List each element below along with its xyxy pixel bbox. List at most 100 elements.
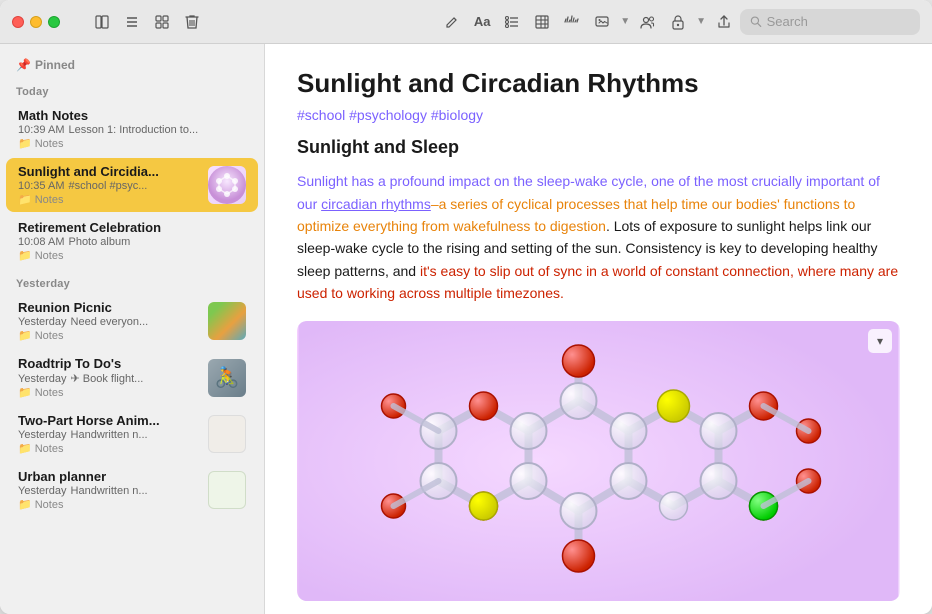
note-meta: Yesterday Handwritten n... [18, 429, 200, 441]
note-title: Reunion Picnic [18, 300, 200, 315]
note-item-content: Sunlight and Circidia... 10:35 AM #schoo… [18, 164, 200, 206]
note-item-content: Retirement Celebration 10:08 AM Photo al… [18, 220, 246, 262]
note-folder: 📁 Notes [18, 498, 200, 511]
note-item-reunion[interactable]: Reunion Picnic Yesterday Need everyon...… [6, 294, 258, 348]
folder-icon: 📁 [18, 386, 32, 399]
checklist-icon[interactable] [498, 8, 526, 36]
note-folder: 📁 Notes [18, 442, 200, 455]
share-icon[interactable] [710, 8, 738, 36]
note-title: Two-Part Horse Anim... [18, 413, 200, 428]
note-meta: 10:35 AM #school #psyc... [18, 180, 200, 192]
note-folder: 📁 Notes [18, 193, 200, 206]
search-input[interactable] [767, 14, 910, 29]
today-section-label: Today [0, 78, 264, 102]
note-main-title: Sunlight and Circadian Rhythms [297, 68, 900, 99]
new-note-icon[interactable] [438, 8, 466, 36]
note-meta: 10:08 AM Photo album [18, 236, 246, 248]
note-time: Yesterday [18, 429, 67, 441]
media-icon[interactable] [588, 8, 616, 36]
note-folder: 📁 Notes [18, 137, 246, 150]
molecule-svg [297, 321, 900, 601]
folder-name: Notes [35, 194, 64, 206]
grid-view-icon[interactable] [148, 8, 176, 36]
sidebar-toggle-icon[interactable] [88, 8, 116, 36]
note-item-math-notes[interactable]: Math Notes 10:39 AM Lesson 1: Introducti… [6, 102, 258, 156]
note-item-content: Reunion Picnic Yesterday Need everyon...… [18, 300, 200, 342]
note-item-roadtrip[interactable]: Roadtrip To Do's Yesterday ✈ Book flight… [6, 350, 258, 405]
folder-name: Notes [35, 138, 64, 150]
note-time: 10:08 AM [18, 236, 64, 248]
folder-name: Notes [35, 387, 64, 399]
search-icon [750, 15, 762, 28]
maximize-button[interactable] [48, 16, 60, 28]
main-content: 📌 Pinned Today Math Notes 10:39 AM Lesso… [0, 44, 932, 614]
toolbar-right: Aa [438, 8, 920, 36]
lock-icon[interactable] [664, 8, 692, 36]
note-preview: Handwritten n... [71, 429, 148, 441]
note-subtitle: Sunlight and Sleep [297, 137, 900, 158]
note-folder: 📁 Notes [18, 329, 200, 342]
note-preview: Photo album [68, 236, 130, 248]
titlebar: Aa [0, 0, 932, 44]
format-icon[interactable]: Aa [468, 8, 496, 36]
note-title: Sunlight and Circidia... [18, 164, 200, 179]
search-bar[interactable] [740, 9, 920, 35]
note-editor[interactable]: Sunlight and Circadian Rhythms #school #… [265, 44, 932, 614]
note-thumbnail-picnic [208, 302, 246, 340]
body-text-circadian: circadian rhythms [321, 196, 431, 212]
note-meta: 10:39 AM Lesson 1: Introduction to... [18, 124, 246, 136]
note-item-content: Math Notes 10:39 AM Lesson 1: Introducti… [18, 108, 246, 150]
note-title: Urban planner [18, 469, 200, 484]
note-item-content: Urban planner Yesterday Handwritten n...… [18, 469, 200, 511]
note-preview: Need everyon... [71, 316, 149, 328]
note-time: Yesterday [18, 316, 67, 328]
note-time: Yesterday [18, 485, 67, 497]
list-view-icon[interactable] [118, 8, 146, 36]
folder-icon: 📁 [18, 249, 32, 262]
note-thumbnail-molecule [208, 166, 246, 204]
folder-name: Notes [35, 330, 64, 342]
folder-icon: 📁 [18, 137, 32, 150]
note-item-content: Roadtrip To Do's Yesterday ✈ Book flight… [18, 356, 200, 399]
close-button[interactable] [12, 16, 24, 28]
folder-name: Notes [35, 499, 64, 511]
yesterday-section-label: Yesterday [0, 270, 264, 294]
traffic-lights [12, 16, 60, 28]
sidebar: 📌 Pinned Today Math Notes 10:39 AM Lesso… [0, 44, 265, 614]
note-folder: 📁 Notes [18, 249, 246, 262]
note-time: 10:35 AM [18, 180, 64, 192]
note-title: Retirement Celebration [18, 220, 246, 235]
note-folder: 📁 Notes [18, 386, 200, 399]
delete-icon[interactable] [178, 8, 206, 36]
audio-icon[interactable] [558, 8, 586, 36]
note-item-urban-planner[interactable]: Urban planner Yesterday Handwritten n...… [6, 463, 258, 517]
note-content-area: Sunlight and Circadian Rhythms #school #… [265, 44, 932, 614]
minimize-button[interactable] [30, 16, 42, 28]
note-item-horse[interactable]: Two-Part Horse Anim... Yesterday Handwri… [6, 407, 258, 461]
pin-icon: 📌 [16, 58, 31, 72]
note-time: Yesterday [18, 373, 67, 385]
main-window: Aa [0, 0, 932, 614]
collaborate-icon[interactable] [634, 8, 662, 36]
note-body: Sunlight has a profound impact on the sl… [297, 170, 900, 304]
note-preview: Lesson 1: Introduction to... [68, 124, 198, 136]
folder-icon: 📁 [18, 329, 32, 342]
note-title: Roadtrip To Do's [18, 356, 200, 371]
note-time: 10:39 AM [18, 124, 64, 136]
pinned-section: 📌 Pinned [0, 52, 264, 78]
pinned-label: Pinned [35, 58, 75, 72]
table-icon[interactable] [528, 8, 556, 36]
note-preview: #school #psyc... [68, 180, 147, 192]
note-item-retirement[interactable]: Retirement Celebration 10:08 AM Photo al… [6, 214, 258, 268]
note-thumbnail-bike: 🚴 [208, 359, 246, 397]
molecule-image: ▾ [297, 321, 900, 601]
note-preview: Handwritten n... [71, 485, 148, 497]
expand-button[interactable]: ▾ [868, 329, 892, 353]
note-thumbnail-horse [208, 415, 246, 453]
note-item-content: Two-Part Horse Anim... Yesterday Handwri… [18, 413, 200, 455]
note-item-sunlight[interactable]: Sunlight and Circidia... 10:35 AM #schoo… [6, 158, 258, 212]
folder-icon: 📁 [18, 442, 32, 455]
note-tags: #school #psychology #biology [297, 107, 900, 123]
folder-name: Notes [35, 250, 64, 262]
note-thumbnail-planner [208, 471, 246, 509]
